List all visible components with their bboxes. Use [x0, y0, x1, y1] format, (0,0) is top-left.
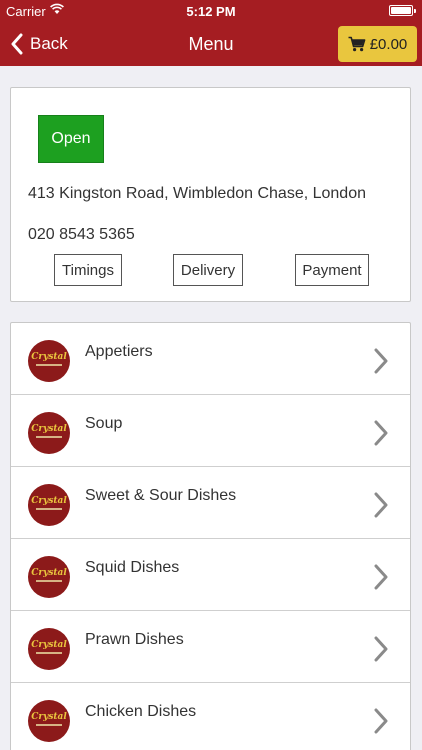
- restaurant-logo-icon: Crystal: [28, 484, 70, 526]
- cart-button[interactable]: £0.00: [338, 26, 417, 62]
- menu-category-row[interactable]: Crystal Soup: [11, 395, 410, 467]
- restaurant-address: 413 Kingston Road, Wimbledon Chase, Lond…: [28, 185, 366, 202]
- restaurant-logo-icon: Crystal: [28, 556, 70, 598]
- chevron-right-icon: [374, 420, 388, 446]
- menu-category-label: Chicken Dishes: [85, 703, 197, 720]
- menu-category-row[interactable]: Crystal Appetiers: [11, 323, 410, 395]
- restaurant-logo-icon: Crystal: [28, 412, 70, 454]
- menu-category-row[interactable]: Crystal Chicken Dishes: [11, 683, 410, 750]
- status-bar: Carrier 5:12 PM: [0, 0, 422, 22]
- cart-icon: [348, 36, 366, 52]
- chevron-right-icon: [374, 492, 388, 518]
- chevron-right-icon: [374, 708, 388, 734]
- restaurant-phone[interactable]: 020 8543 5365: [28, 226, 135, 244]
- menu-category-row[interactable]: Crystal Sweet & Sour Dishes: [11, 467, 410, 539]
- menu-category-row[interactable]: Crystal Prawn Dishes: [11, 611, 410, 683]
- battery-icon: [389, 5, 416, 16]
- menu-category-label: Sweet & Sour Dishes: [85, 487, 237, 504]
- menu-category-label: Appetiers: [85, 343, 153, 360]
- restaurant-logo-icon: Crystal: [28, 628, 70, 670]
- chevron-right-icon: [374, 636, 388, 662]
- payment-button[interactable]: Payment: [295, 254, 369, 286]
- nav-bar: Back Menu £0.00: [0, 22, 422, 66]
- menu-category-label: Soup: [85, 415, 123, 432]
- chevron-right-icon: [374, 348, 388, 374]
- restaurant-info-card: Open 413 Kingston Road, Wimbledon Chase,…: [10, 87, 411, 302]
- timings-button[interactable]: Timings: [54, 254, 122, 286]
- restaurant-logo-icon: Crystal: [28, 340, 70, 382]
- menu-category-row[interactable]: Crystal Squid Dishes: [11, 539, 410, 611]
- restaurant-logo-icon: Crystal: [28, 700, 70, 742]
- open-status-badge: Open: [38, 115, 104, 163]
- delivery-button[interactable]: Delivery: [173, 254, 243, 286]
- menu-category-label: Squid Dishes: [85, 559, 180, 576]
- menu-category-label: Prawn Dishes: [85, 631, 184, 648]
- chevron-right-icon: [374, 564, 388, 590]
- clock: 5:12 PM: [186, 4, 236, 19]
- menu-category-list: Crystal Appetiers Crystal Soup Crystal S…: [10, 322, 411, 750]
- cart-total: £0.00: [369, 35, 408, 53]
